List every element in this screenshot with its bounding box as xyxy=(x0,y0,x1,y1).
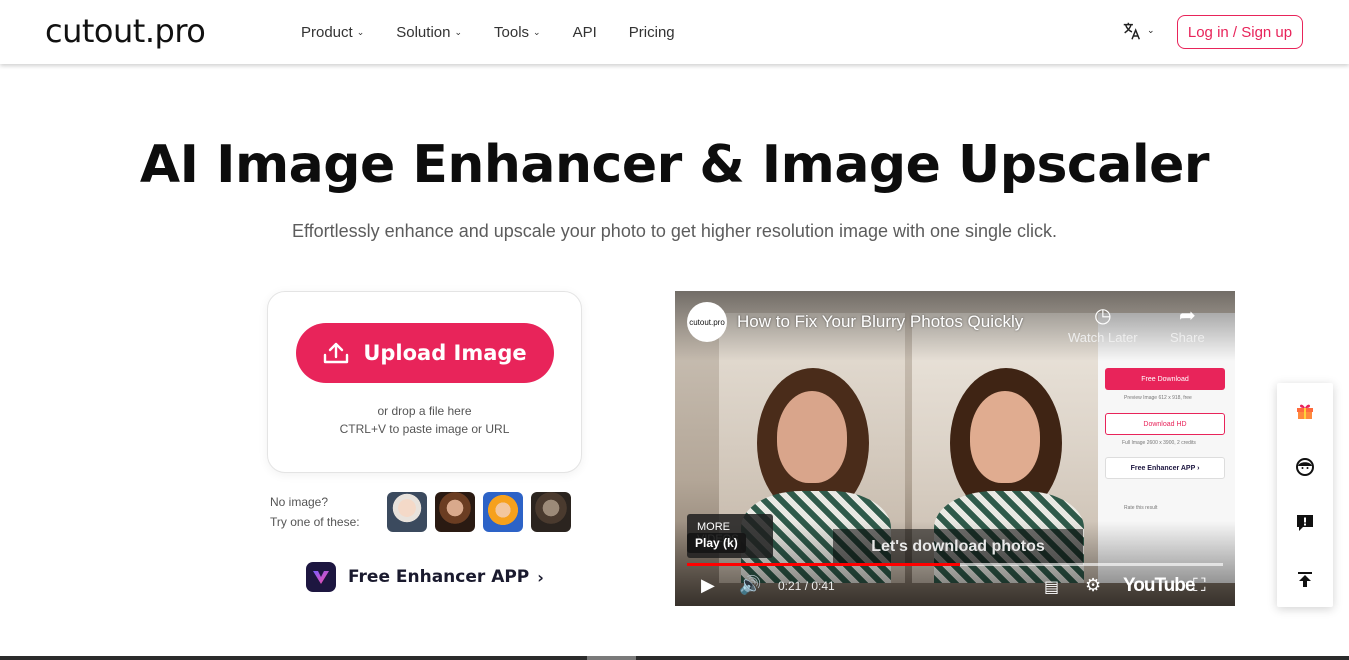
share-icon: ➦ xyxy=(1178,305,1196,327)
drop-line: or drop a file here xyxy=(377,404,472,418)
sample-images xyxy=(387,492,579,532)
logo[interactable]: cutout.pro xyxy=(45,12,206,50)
nav-pricing[interactable]: Pricing xyxy=(629,24,675,41)
volume-icon[interactable]: 🔊 xyxy=(739,575,761,596)
app-link-label: Free Enhancer APP xyxy=(348,567,530,587)
try-these-text: Try one of these: xyxy=(270,515,360,529)
chevron-down-icon: ⌄ xyxy=(1147,26,1155,36)
drop-instructions: or drop a file here CTRL+V to paste imag… xyxy=(268,402,581,438)
site-header: cutout.pro Product ⌄ Solution ⌄ Tools ⌄ API… xyxy=(0,0,1349,64)
sample-prompt: No image? Try one of these: xyxy=(270,492,360,532)
nav-tools[interactable]: Tools ⌄ xyxy=(494,24,541,41)
sample-image-2[interactable] xyxy=(435,492,475,532)
chevron-down-icon: ⌄ xyxy=(454,26,463,37)
video-free-download: Free Download xyxy=(1105,368,1225,390)
page-subtitle: Effortlessly enhance and upscale your ph… xyxy=(291,221,1058,241)
support-agent-icon xyxy=(1296,458,1314,476)
nav-product-label: Product xyxy=(301,23,353,41)
chevron-down-icon: ⌄ xyxy=(356,26,365,37)
gift-icon xyxy=(1297,404,1313,419)
video-time: 0:21 / 0:41 xyxy=(778,579,835,593)
video-caption: Let's download photos xyxy=(833,529,1083,565)
nav-product[interactable]: Product ⌄ xyxy=(301,24,364,41)
nav-solution[interactable]: Solution ⌄ xyxy=(396,24,462,41)
play-tooltip: Play (k) xyxy=(687,533,746,553)
video-enhancer-app: Free Enhancer APP › xyxy=(1105,457,1225,479)
channel-avatar[interactable]: cutout.pro xyxy=(687,302,727,342)
upload-button-label: Upload Image xyxy=(363,341,527,365)
video-download-hd: Download HD xyxy=(1105,413,1225,435)
page-title: AI Image Enhancer & Image Upscaler xyxy=(139,135,1210,195)
sample-image-4[interactable] xyxy=(531,492,571,532)
video-title[interactable]: How to Fix Your Blurry Photos Quickly xyxy=(737,312,1023,332)
support-button[interactable] xyxy=(1277,439,1333,495)
arrow-up-to-top-icon xyxy=(1298,572,1312,587)
progress-fill xyxy=(687,563,961,566)
video-controls: ▶ 🔊 0:21 / 0:41 ▤ ⚙ YouTube ⛶ xyxy=(675,571,1235,601)
sample-image-1[interactable] xyxy=(387,492,427,532)
clock-icon: ◷ xyxy=(1094,305,1112,327)
paste-line: CTRL+V to paste image or URL xyxy=(339,422,510,436)
upload-image-button[interactable]: Upload Image xyxy=(296,323,554,383)
play-icon[interactable]: ▶ xyxy=(701,575,715,596)
upload-dropzone[interactable]: Upload Image or drop a file here CTRL+V … xyxy=(267,291,582,473)
watch-later-button[interactable]: ◷ Watch Later xyxy=(1068,303,1138,345)
nav-api-label: API xyxy=(572,23,597,41)
language-selector[interactable]: ⌄ xyxy=(1121,20,1155,42)
login-signup-button[interactable]: Log in / Sign up xyxy=(1177,15,1303,49)
share-label: Share xyxy=(1170,330,1205,345)
upload-icon xyxy=(324,342,349,364)
feedback-button[interactable] xyxy=(1277,495,1333,551)
nav-api[interactable]: API xyxy=(573,24,597,41)
enhancer-app-icon xyxy=(306,562,336,592)
video-full-info: Full Image 2600 x 3900, 2 credits xyxy=(1122,440,1196,446)
nav-tools-label: Tools xyxy=(494,23,530,41)
nav-solution-label: Solution xyxy=(396,23,451,41)
sample-image-3[interactable] xyxy=(483,492,523,532)
main-nav: Product ⌄ Solution ⌄ Tools ⌄ API Pricing xyxy=(301,0,707,64)
free-enhancer-app-link[interactable]: Free Enhancer APP › xyxy=(306,562,544,592)
video-player[interactable]: Free Download Preview Image 612 x 918, f… xyxy=(675,291,1235,606)
page-scroll-indicator xyxy=(0,656,1349,660)
chevron-down-icon: ⌄ xyxy=(533,26,541,37)
video-rate-text: Rate this result xyxy=(1124,505,1158,511)
back-to-top-button[interactable] xyxy=(1277,551,1333,607)
video-preview-info: Preview Image 612 x 918, free xyxy=(1124,395,1192,401)
nav-pricing-label: Pricing xyxy=(628,23,675,41)
gift-button[interactable] xyxy=(1277,383,1333,439)
watch-later-label: Watch Later xyxy=(1068,330,1138,345)
feedback-icon xyxy=(1297,515,1313,531)
scroll-thumb[interactable] xyxy=(587,656,636,660)
floating-side-panel xyxy=(1277,383,1333,607)
no-image-text: No image? xyxy=(270,495,329,509)
chevron-right-icon: › xyxy=(537,567,544,587)
youtube-logo[interactable]: YouTube xyxy=(1123,575,1195,597)
share-button[interactable]: ➦ Share xyxy=(1170,303,1205,345)
settings-gear-icon[interactable]: ⚙ xyxy=(1085,575,1101,596)
video-progress-bar[interactable] xyxy=(687,563,1223,566)
fullscreen-icon[interactable]: ⛶ xyxy=(1193,575,1206,596)
captions-icon[interactable]: ▤ xyxy=(1044,577,1059,596)
translate-icon xyxy=(1123,22,1141,40)
